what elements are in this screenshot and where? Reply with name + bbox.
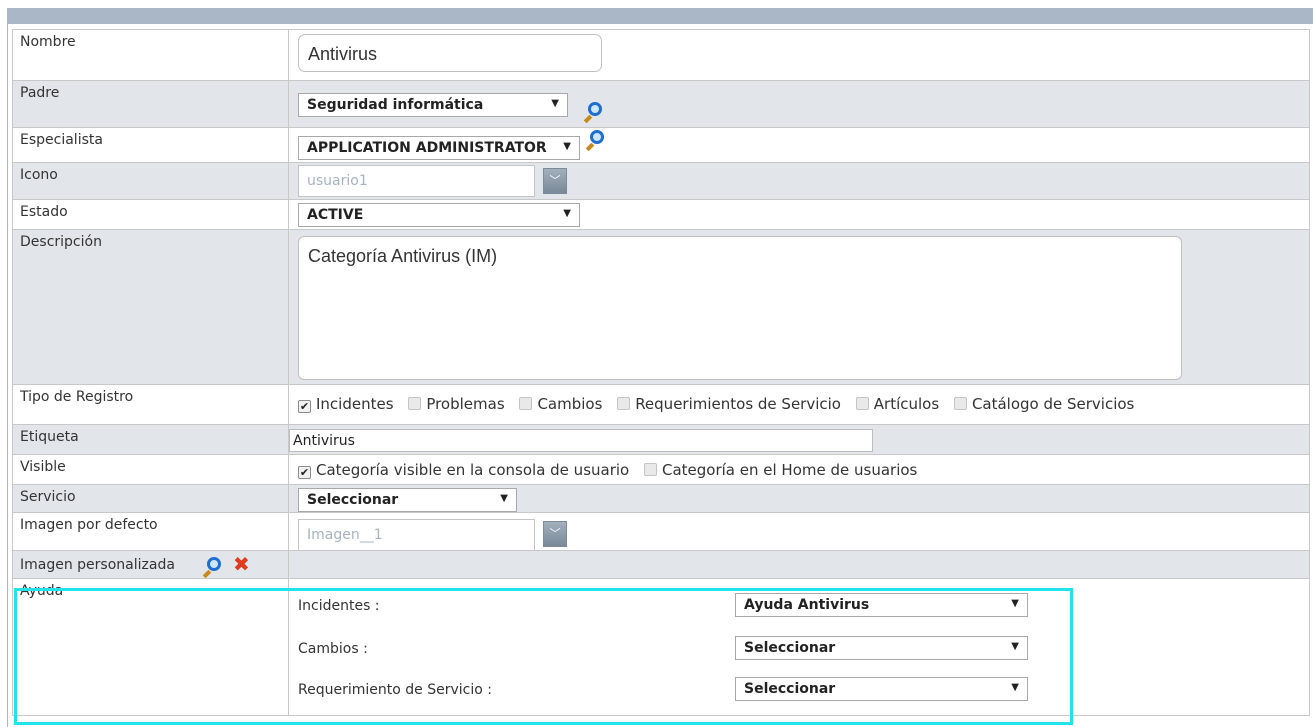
ayuda-cambios-label: Cambios :	[298, 641, 368, 657]
checkbox-icon[interactable]	[953, 397, 967, 410]
category-form: Nombre Antivirus Padre Seguridad informá…	[12, 29, 1310, 716]
checkbox-icon[interactable]	[617, 397, 631, 410]
option-label: Categoría visible en la consola de usuar…	[316, 461, 630, 479]
option-label: Incidentes	[316, 395, 394, 413]
tipo-cambios[interactable]: Cambios	[519, 395, 602, 413]
remove-icon[interactable]: ✖	[233, 552, 250, 576]
option-label: Artículos	[873, 395, 940, 413]
option-label: Cambios	[537, 395, 603, 413]
icono-input[interactable]: usuario1	[298, 165, 535, 197]
especialista-select-value: APPLICATION ADMINISTRATOR	[307, 140, 547, 156]
especialista-select[interactable]: APPLICATION ADMINISTRATOR ▼	[298, 136, 580, 160]
ayuda-incidentes-label: Incidentes :	[298, 598, 380, 614]
estado-select-value: ACTIVE	[307, 207, 364, 223]
tipo-registro-options: ✔ Incidentes Problemas Cambios Requerimie…	[298, 395, 1144, 413]
ayuda-incidentes-value: Ayuda Antivirus	[744, 597, 870, 613]
checkbox-icon[interactable]	[644, 463, 657, 476]
chevron-down-icon: ▼	[1011, 641, 1019, 652]
chevron-down-icon: ▼	[563, 208, 571, 219]
estado-select[interactable]: ACTIVE ▼	[298, 203, 580, 227]
etiqueta-label: Etiqueta	[12, 424, 289, 455]
chevron-down-icon: ▼	[1011, 598, 1019, 609]
estado-label: Estado	[12, 199, 289, 230]
option-label: Requerimientos de Servicio	[635, 395, 841, 413]
checkbox-checked-icon[interactable]: ✔	[298, 400, 311, 413]
chevron-down-icon[interactable]: ﹀	[543, 521, 567, 547]
tipo-registro-label: Tipo de Registro	[12, 384, 289, 425]
ayuda-incidentes-select[interactable]: Ayuda Antivirus ▼	[735, 593, 1028, 617]
ayuda-requerimiento-value: Seleccionar	[744, 681, 836, 697]
servicio-label: Servicio	[12, 484, 289, 513]
visible-label: Visible	[12, 454, 289, 485]
chevron-down-icon: ▼	[500, 493, 508, 504]
ayuda-requerimiento-label: Requerimiento de Servicio :	[298, 682, 492, 698]
checkbox-icon[interactable]	[408, 397, 422, 410]
servicio-select[interactable]: Seleccionar ▼	[298, 488, 517, 512]
visible-consola[interactable]: ✔ Categoría visible en la consola de usua…	[298, 461, 629, 479]
option-label: Categoría en el Home de usuarios	[662, 461, 918, 479]
tipo-problemas[interactable]: Problemas	[408, 395, 505, 413]
left-border	[7, 8, 8, 727]
visible-home[interactable]: Categoría en el Home de usuarios	[644, 461, 917, 479]
visible-options: ✔ Categoría visible en la consola de usua…	[298, 461, 927, 479]
servicio-select-value: Seleccionar	[307, 492, 399, 508]
imagen-defecto-input[interactable]: Imagen__1	[298, 519, 535, 551]
top-strip	[0, 0, 1313, 8]
tipo-requerimientos[interactable]: Requerimientos de Servicio	[617, 395, 841, 413]
ayuda-requerimiento-select[interactable]: Seleccionar ▼	[735, 677, 1028, 701]
nombre-input[interactable]: Antivirus	[298, 34, 602, 72]
descripcion-textarea[interactable]: Categoría Antivirus (IM)	[298, 236, 1182, 380]
option-label: Catálogo de Servicios	[971, 395, 1135, 413]
search-icon[interactable]	[590, 130, 604, 144]
tipo-incidentes[interactable]: ✔ Incidentes	[298, 395, 394, 413]
chevron-down-icon: ▼	[1011, 682, 1019, 693]
imagen-defecto-label: Imagen por defecto	[12, 512, 289, 551]
search-icon[interactable]	[588, 102, 602, 116]
checkbox-icon[interactable]	[855, 397, 869, 410]
padre-select[interactable]: Seguridad informática ▼	[298, 93, 568, 117]
imagen-personalizada-text: Imagen personalizada	[20, 557, 175, 573]
tipo-catalogo[interactable]: Catálogo de Servicios	[953, 395, 1135, 413]
ayuda-label: Ayuda	[12, 578, 289, 716]
imagen-personalizada-label: Imagen personalizada ✖	[12, 550, 289, 579]
padre-label: Padre	[12, 80, 289, 128]
descripcion-label: Descripción	[12, 229, 289, 385]
tipo-articulos[interactable]: Artículos	[855, 395, 940, 413]
chevron-down-icon[interactable]: ﹀	[543, 168, 567, 194]
especialista-label: Especialista	[12, 127, 289, 163]
search-icon[interactable]	[207, 557, 221, 571]
nombre-label: Nombre	[12, 29, 289, 81]
chevron-down-icon: ▼	[563, 141, 571, 152]
ayuda-cambios-value: Seleccionar	[744, 640, 836, 656]
header-bar	[8, 8, 1313, 24]
padre-select-value: Seguridad informática	[307, 97, 484, 113]
option-label: Problemas	[426, 395, 505, 413]
etiqueta-input[interactable]: Antivirus	[289, 429, 873, 452]
ayuda-cambios-select[interactable]: Seleccionar ▼	[735, 636, 1028, 660]
checkbox-checked-icon[interactable]: ✔	[298, 466, 311, 479]
chevron-down-icon: ▼	[551, 98, 559, 109]
checkbox-icon[interactable]	[519, 397, 533, 410]
icono-label: Icono	[12, 162, 289, 200]
